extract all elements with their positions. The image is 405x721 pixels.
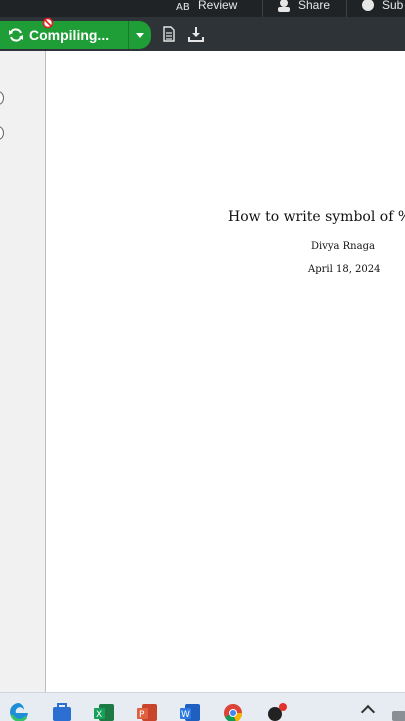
windows-taskbar: X P W — [0, 692, 405, 721]
compile-options-dropdown[interactable] — [128, 21, 151, 49]
chevron-up-icon[interactable] — [360, 704, 376, 720]
document-author: Divya Rnaga — [311, 241, 375, 252]
download-pdf-icon[interactable] — [188, 26, 204, 42]
pdf-page: How to write symbol of % Divya Rnaga Apr… — [46, 51, 405, 692]
svg-text:P: P — [139, 710, 145, 720]
editor-toolbar: Compiling... — [0, 17, 405, 51]
excel-icon[interactable]: X — [93, 701, 115, 721]
chevron-down-icon — [136, 32, 144, 38]
tray-icon[interactable] — [392, 701, 405, 721]
globe-icon — [362, 0, 374, 11]
svg-text:X: X — [96, 710, 102, 720]
store-icon[interactable] — [51, 701, 73, 721]
pdf-viewer-gutter — [0, 51, 46, 692]
powerpoint-icon[interactable]: P — [136, 701, 158, 721]
logs-document-icon[interactable] — [161, 26, 177, 42]
review-label: Review — [198, 0, 238, 12]
svg-text:AB: AB — [176, 2, 190, 12]
document-title: How to write symbol of % — [228, 209, 405, 225]
recompile-button[interactable]: Compiling... — [0, 17, 128, 49]
submit-label: Sub — [382, 0, 404, 12]
chrome-icon[interactable] — [222, 701, 244, 721]
word-icon[interactable]: W — [179, 701, 201, 721]
share-user-icon — [278, 0, 290, 12]
divider — [346, 0, 347, 17]
review-button[interactable]: AB Review — [176, 0, 237, 16]
review-icon: AB — [176, 2, 190, 12]
refresh-icon — [9, 28, 23, 42]
svg-text:W: W — [181, 710, 190, 720]
header-bar: AB Review Share Sub — [0, 0, 405, 17]
app-icon[interactable] — [265, 701, 287, 721]
document-date: April 18, 2024 — [308, 264, 381, 275]
share-button[interactable]: Share — [276, 0, 330, 16]
sync-arrow-icon[interactable] — [0, 91, 4, 105]
sync-arrow-icon[interactable] — [0, 126, 4, 140]
submit-button[interactable]: Sub — [360, 0, 403, 16]
share-label: Share — [298, 0, 331, 12]
edge-icon[interactable] — [8, 701, 30, 721]
compile-label: Compiling... — [29, 27, 110, 43]
divider — [262, 0, 263, 17]
blocked-cursor-icon — [42, 17, 54, 29]
